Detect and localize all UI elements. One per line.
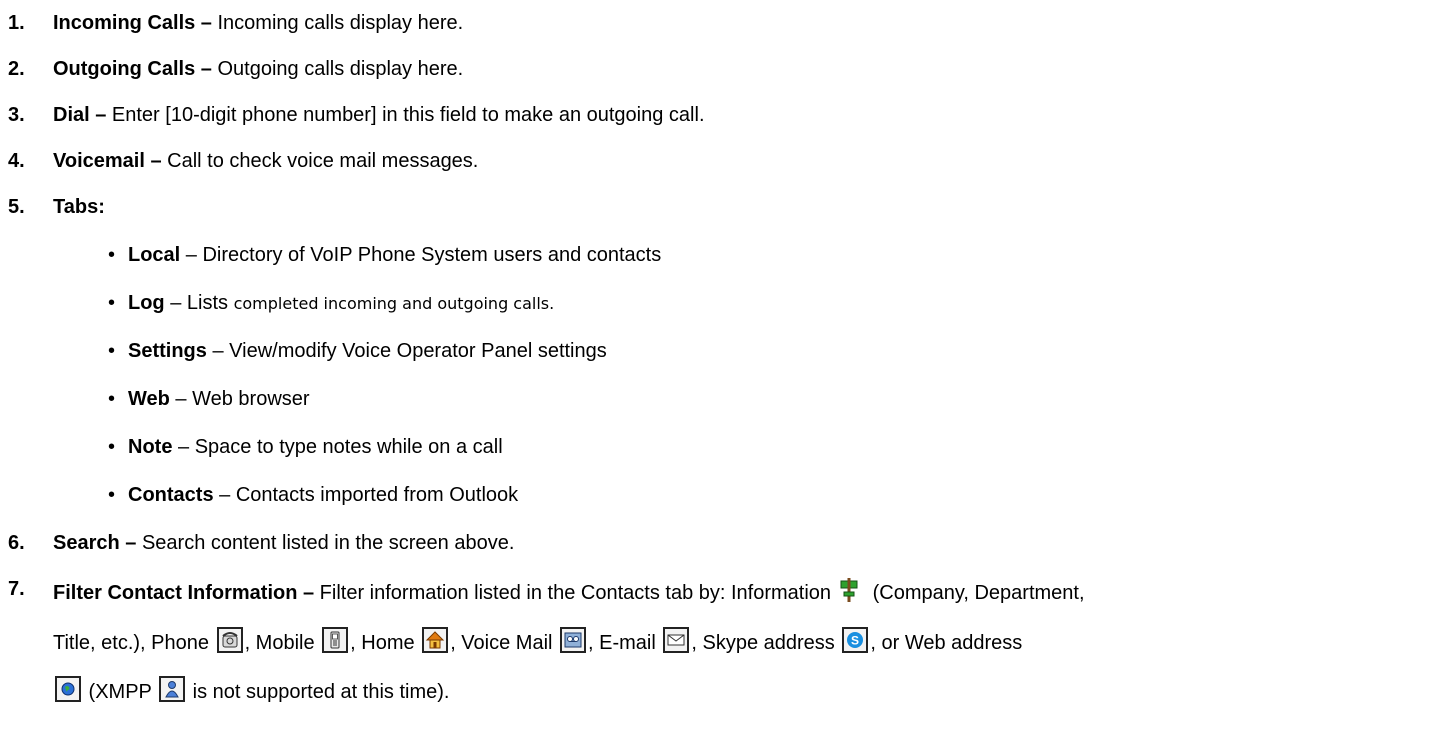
mobile-icon	[322, 627, 349, 653]
item-term: Filter Contact Information –	[53, 582, 315, 604]
bullet-term: Local	[128, 244, 181, 266]
item-desc: Filter information listed in the Contact…	[314, 582, 832, 604]
bullet-term: Log	[128, 292, 165, 314]
bullet-desc: – Directory of VoIP Phone System users a…	[180, 244, 662, 266]
bullet-term: Contacts	[128, 484, 214, 506]
filter-line1-tail: (Company, Department,	[867, 582, 1085, 604]
bullet-desc: – Web browser	[169, 388, 310, 410]
information-icon	[837, 577, 861, 603]
item-number: 6.	[8, 532, 25, 554]
item-desc: Incoming calls display here.	[211, 12, 464, 34]
item-term: Voicemail –	[53, 150, 162, 172]
bullet-term: Note	[128, 436, 173, 458]
filter-skype-text: , Skype address	[691, 632, 835, 654]
bullet-item: • Contacts – Contacts imported from Outlo…	[108, 484, 519, 506]
skype-icon: S	[842, 627, 869, 653]
item-desc: Call to check voice mail messages.	[161, 150, 479, 172]
filter-line-3: (XMPP is not supported at this time).	[53, 676, 449, 704]
item-term: Incoming Calls –	[53, 12, 212, 34]
item-number: 3.	[8, 104, 25, 126]
filter-web-text: , or Web address	[870, 632, 1023, 654]
bullet-desc-small: completed incoming and outgoing calls.	[233, 294, 555, 313]
item-number: 5.	[8, 196, 25, 218]
item-number: 1.	[8, 12, 25, 34]
bullet-item: • Note – Space to type notes while on a c…	[108, 436, 503, 458]
item-term: Tabs:	[53, 196, 105, 218]
email-icon	[663, 627, 690, 653]
item-number: 2.	[8, 58, 25, 80]
filter-mobile-text: , Mobile	[244, 632, 315, 654]
item-desc: Outgoing calls display here.	[211, 58, 464, 80]
web-icon	[55, 676, 81, 702]
item-desc: Enter [10-digit phone number] in this fi…	[106, 104, 705, 126]
bullet-term: Settings	[128, 340, 207, 362]
document-page: 1. Incoming Calls – Incoming calls displ…	[0, 0, 1444, 741]
item-term: Outgoing Calls –	[53, 58, 212, 80]
bullet-item: • Local – Directory of VoIP Phone System …	[108, 244, 662, 266]
filter-line-2: Title, etc.), Phone , Mobile , Home , Vo…	[53, 627, 1022, 655]
item-term: Search –	[53, 532, 137, 554]
bullet-item: • Log – Lists completed incoming and outg…	[108, 292, 555, 314]
filter-title-text: Title, etc.), Phone	[53, 632, 209, 654]
phone-icon	[216, 627, 243, 653]
item-term: Dial –	[53, 104, 107, 126]
item-number: 7.	[8, 578, 25, 600]
bullet-desc: – Lists	[164, 292, 234, 314]
filter-tail-text: is not supported at this time).	[187, 681, 450, 703]
bullet-item: • Settings – View/modify Voice Operator P…	[108, 340, 607, 362]
bullet-desc: – Contacts imported from Outlook	[213, 484, 519, 506]
svg-text:S: S	[851, 634, 859, 648]
voicemail-icon	[560, 627, 587, 653]
item-desc: Search content listed in the screen abov…	[136, 532, 515, 554]
bullet-desc: – View/modify Voice Operator Panel setti…	[206, 340, 607, 362]
bullet-item: • Web – Web browser	[108, 388, 310, 410]
home-icon	[422, 627, 449, 653]
filter-home-text: , Home	[350, 632, 415, 654]
item-number: 4.	[8, 150, 25, 172]
bullet-desc: – Space to type notes while on a call	[172, 436, 503, 458]
filter-email-text: , E-mail	[588, 632, 656, 654]
filter-xmpp-text: (XMPP	[83, 681, 152, 703]
bullet-term: Web	[128, 388, 170, 410]
filter-voicemail-text: , Voice Mail	[450, 632, 553, 654]
xmpp-icon	[159, 676, 186, 702]
